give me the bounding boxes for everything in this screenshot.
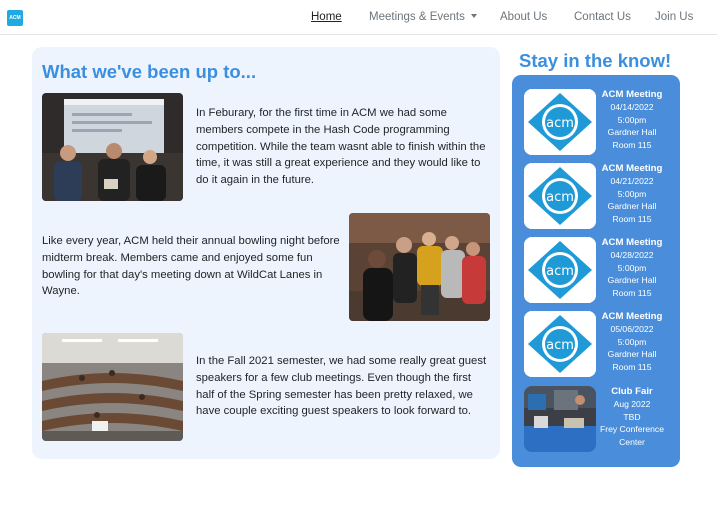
event-card[interactable]: acm ACM Meeting 04/28/2022 5:00pm Gardne… [524, 237, 672, 303]
event-room: Room 115 [612, 139, 652, 150]
event-room: Room 115 [612, 361, 652, 372]
nav-contact-link[interactable]: Contact Us [574, 11, 631, 23]
event-name: ACM Meeting [601, 311, 663, 322]
event-time: 5:00pm [617, 114, 647, 125]
acm-logo-icon: acm [524, 237, 596, 303]
event-info: Club Fair Aug 2022 TBD Frey Conference C… [597, 386, 667, 448]
event-time: 5:00pm [617, 188, 647, 199]
event-place: Gardner Hall [607, 349, 657, 360]
update-text-3: In the Fall 2021 semester, we had some r… [196, 355, 487, 418]
event-room: Room 115 [612, 287, 652, 298]
event-card[interactable]: acm ACM Meeting 05/06/2022 5:00pm Gardne… [524, 311, 672, 377]
acm-logo-icon: acm [524, 311, 596, 377]
event-name: Club Fair [611, 386, 653, 397]
event-room: Room 115 [612, 213, 652, 224]
updates-panel: What we've been up to... In Feburary, fo… [32, 47, 500, 459]
event-name: ACM Meeting [601, 237, 663, 248]
event-card[interactable]: acm ACM Meeting 04/21/2022 5:00pm Gardne… [524, 163, 672, 229]
logo-text: ACM [9, 15, 21, 21]
navbar: ACM Home Meetings & Events About Us Cont… [0, 0, 717, 35]
event-place: Gardner Hall [607, 275, 657, 286]
events-panel: acm ACM Meeting 04/14/2022 5:00pm Gardne… [512, 75, 680, 467]
event-card[interactable]: acm ACM Meeting 04/14/2022 5:00pm Gardne… [524, 89, 672, 155]
event-place: Gardner Hall [607, 201, 657, 212]
update-text-1: In Feburary, for the first time in ACM w… [196, 107, 486, 187]
event-date: 04/21/2022 [610, 176, 654, 187]
nav-join-link[interactable]: Join Us [655, 11, 693, 23]
nav-about-link[interactable]: About Us [500, 11, 547, 23]
hashcode-photo [42, 93, 183, 201]
club-fair-photo [524, 386, 596, 452]
event-date: 04/28/2022 [610, 250, 654, 261]
nav-meetings-label: Meetings & Events [369, 11, 465, 23]
event-info: ACM Meeting 04/28/2022 5:00pm Gardner Ha… [597, 237, 667, 299]
event-info: ACM Meeting 04/14/2022 5:00pm Gardner Ha… [597, 89, 667, 151]
event-date: 05/06/2022 [610, 324, 654, 335]
svg-text:acm: acm [546, 116, 574, 131]
event-room: Center [619, 436, 645, 447]
events-title: Stay in the know! [519, 50, 672, 71]
event-place: Gardner Hall [607, 127, 657, 138]
acm-logo-icon: acm [524, 163, 596, 229]
acm-logo-icon[interactable]: ACM [7, 10, 23, 26]
event-time: 5:00pm [617, 262, 647, 273]
svg-text:acm: acm [546, 264, 574, 279]
event-info: ACM Meeting 04/21/2022 5:00pm Gardner Ha… [597, 163, 667, 225]
nav-home-link[interactable]: Home [311, 11, 342, 23]
event-place: Frey Conference [599, 424, 664, 435]
event-date: 04/14/2022 [610, 102, 654, 113]
event-name: ACM Meeting [601, 89, 663, 100]
updates-title: What we've been up to... [42, 61, 257, 82]
event-name: ACM Meeting [601, 163, 663, 174]
lecture-photo [42, 333, 183, 441]
caret-down-icon [470, 13, 477, 18]
event-info: ACM Meeting 05/06/2022 5:00pm Gardner Ha… [597, 311, 667, 373]
event-date: Aug 2022 [613, 399, 651, 410]
acm-logo-icon: acm [524, 89, 596, 155]
update-text-2: Like every year, ACM held their annual b… [42, 235, 340, 298]
nav-meetings-dropdown[interactable]: Meetings & Events [369, 11, 477, 23]
event-card[interactable]: Club Fair Aug 2022 TBD Frey Conference C… [524, 386, 672, 452]
event-time: TBD [623, 411, 641, 422]
svg-text:acm: acm [546, 338, 574, 353]
svg-text:acm: acm [546, 190, 574, 205]
event-time: 5:00pm [617, 336, 647, 347]
bowling-photo [349, 213, 490, 321]
